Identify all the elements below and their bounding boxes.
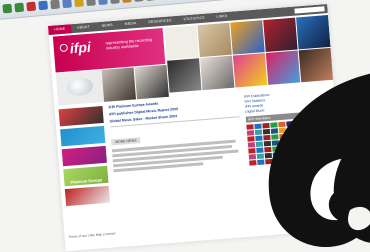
promo-box-label bbox=[66, 202, 110, 205]
news-section: IFPI Platinum Europe Awards IFPI publishe… bbox=[108, 95, 243, 174]
artist-image[interactable] bbox=[197, 22, 232, 58]
nav-item-about[interactable]: About bbox=[71, 22, 96, 33]
promo-box[interactable] bbox=[58, 105, 104, 127]
favorites-icon[interactable] bbox=[74, 0, 84, 8]
promo-box-label: Platinum Europe bbox=[70, 177, 103, 185]
search-icon[interactable] bbox=[62, 0, 72, 9]
nav-item-resources[interactable]: Resources bbox=[142, 16, 178, 28]
promo-box[interactable] bbox=[61, 145, 107, 167]
artist-image[interactable] bbox=[164, 25, 199, 60]
promo-box[interactable] bbox=[60, 125, 106, 147]
tagline: representing the recording industry worl… bbox=[105, 36, 153, 51]
headphones-icon bbox=[66, 76, 94, 97]
promo-box[interactable]: Platinum Europe bbox=[63, 165, 109, 187]
footer: Terms of use | Site Map | Contact bbox=[68, 226, 188, 239]
promo-box-label bbox=[60, 122, 104, 125]
forward-icon[interactable] bbox=[14, 2, 25, 13]
artist-portrait[interactable] bbox=[101, 67, 137, 102]
artist-image[interactable] bbox=[296, 14, 331, 50]
back-icon[interactable] bbox=[2, 3, 13, 14]
footer-text[interactable]: Terms of use | Site Map | Contact bbox=[68, 226, 188, 239]
nav-item-media[interactable]: Media bbox=[118, 19, 142, 30]
edit-icon[interactable] bbox=[121, 0, 132, 3]
nav-item-statistics[interactable]: Statistics bbox=[177, 13, 211, 25]
more-news-button[interactable]: MORE NEWS bbox=[111, 137, 141, 146]
screen: Home About News Media Resources Statistics Lin… bbox=[0, 0, 370, 252]
promo-box-label bbox=[63, 162, 107, 165]
nav-item-home[interactable]: Home bbox=[48, 24, 72, 35]
promo-box[interactable] bbox=[64, 185, 111, 207]
artist-portrait[interactable] bbox=[134, 64, 169, 100]
nav-item-links[interactable]: Links bbox=[210, 11, 233, 22]
messenger-icon[interactable] bbox=[145, 0, 156, 1]
left-promo-column: Platinum Europe bbox=[58, 105, 111, 209]
stop-icon[interactable] bbox=[26, 1, 37, 12]
discuss-icon[interactable] bbox=[133, 0, 144, 2]
search-input[interactable] bbox=[294, 6, 325, 14]
artist-image[interactable] bbox=[167, 58, 202, 93]
site-logo[interactable]: ifpi bbox=[69, 39, 91, 57]
home-icon[interactable] bbox=[50, 0, 60, 10]
logo-mark-icon bbox=[59, 43, 69, 53]
decorative-swirl bbox=[268, 73, 370, 248]
print-icon[interactable] bbox=[110, 0, 120, 5]
mail-icon[interactable] bbox=[98, 0, 108, 6]
headphones-image[interactable] bbox=[55, 69, 105, 106]
promo-box-label bbox=[61, 142, 105, 145]
history-icon[interactable] bbox=[86, 0, 96, 7]
nav-item-news[interactable]: News bbox=[96, 20, 120, 31]
artist-image[interactable] bbox=[263, 17, 298, 52]
artist-image[interactable] bbox=[230, 20, 265, 55]
refresh-icon[interactable] bbox=[38, 0, 49, 11]
